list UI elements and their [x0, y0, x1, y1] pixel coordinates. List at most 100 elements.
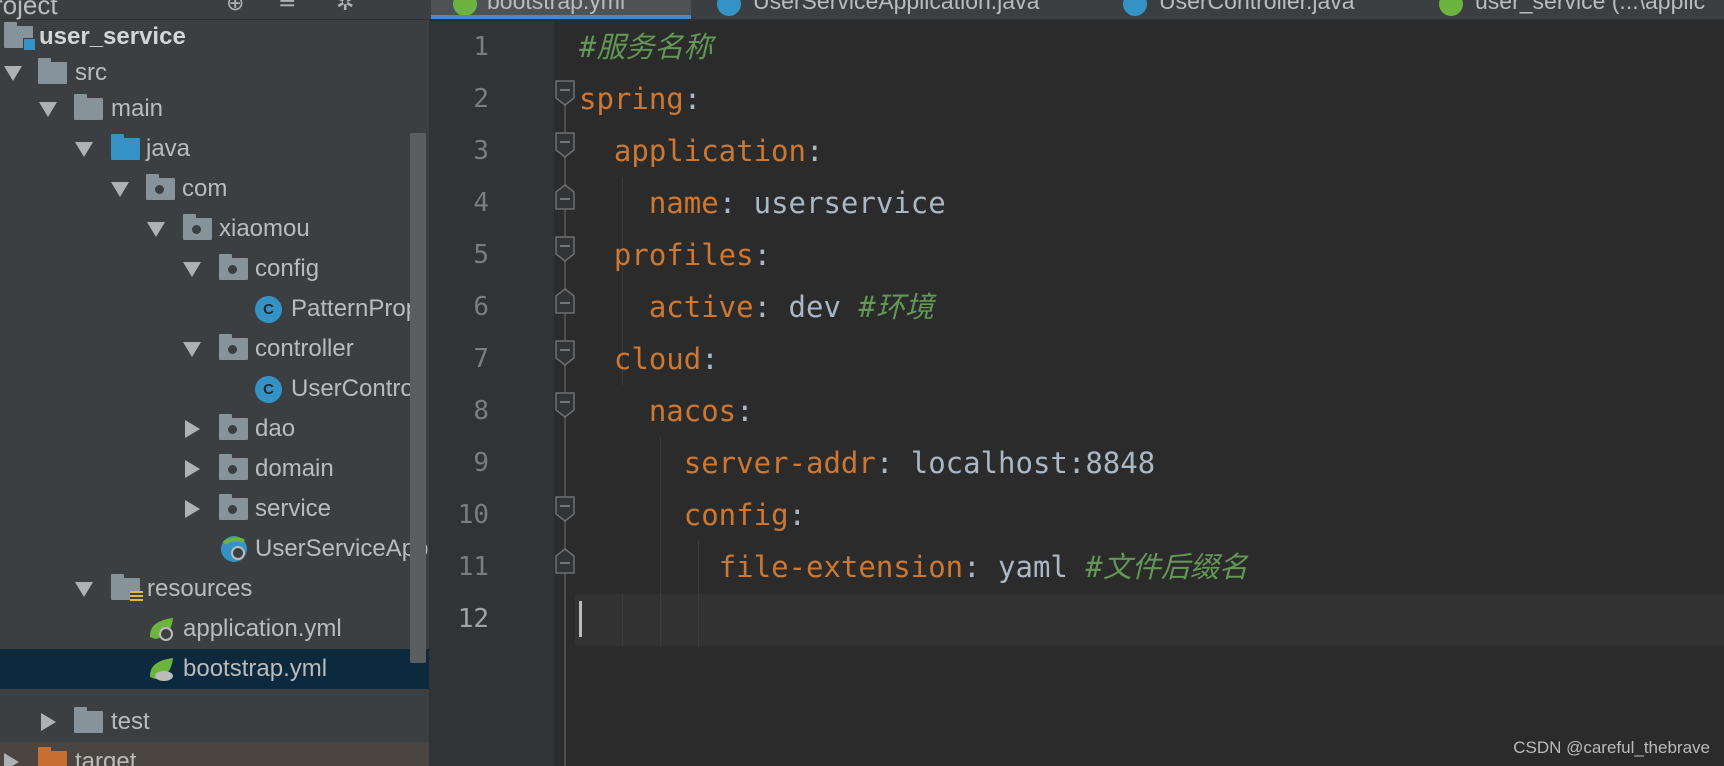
tree-item-resources[interactable]: resources	[0, 569, 429, 609]
yaml-comment: #服务名称	[579, 30, 713, 64]
line-number: 2	[473, 84, 489, 114]
fold-open-icon[interactable]	[555, 496, 575, 522]
fold-open-icon[interactable]	[555, 236, 575, 262]
tab-user-service-applic[interactable]: user_service (...\applic	[1429, 0, 1724, 19]
tree-item-controller[interactable]: controller	[0, 329, 429, 369]
tree-item-user-service[interactable]: user_service	[0, 17, 429, 57]
tree-item-application-yml[interactable]: application.yml	[0, 609, 429, 649]
line-number: 7	[473, 344, 489, 374]
fold-close-icon[interactable]	[555, 184, 575, 210]
code-line-3: application:	[579, 125, 824, 177]
fold-open-icon[interactable]	[555, 340, 575, 366]
yaml-key: application	[613, 134, 806, 168]
tree-item-label: dao	[255, 415, 296, 442]
yaml-comment: #文件后缀名	[1085, 550, 1248, 584]
source-folder-icon	[111, 134, 140, 160]
tree-item-label: config	[255, 255, 320, 282]
spring-yml-icon	[149, 618, 173, 641]
yaml-key: file-extension	[718, 550, 964, 584]
collapse-all-icon[interactable]: ≚	[278, 0, 296, 16]
line-number: 1	[473, 32, 489, 62]
editor-horizontal-scrollbar[interactable]	[575, 758, 1724, 766]
code-line-11: file-extension: yaml #文件后缀名	[579, 541, 1248, 593]
line-number: 11	[457, 552, 489, 582]
tab-usercontroller-java[interactable]: UserController.java	[1119, 0, 1419, 19]
fold-open-icon[interactable]	[555, 132, 575, 158]
tree-item-patternprop[interactable]: C PatternProp	[0, 289, 429, 329]
tree-item-domain[interactable]: domain	[0, 449, 429, 489]
tree-item-label: resources	[147, 575, 253, 602]
yaml-colon: :	[736, 394, 754, 428]
gear-icon[interactable]: ✲	[336, 0, 354, 16]
tab-userserviceapplication-java[interactable]: UserServiceApplication.java	[709, 0, 1109, 19]
chevron-down-icon[interactable]	[39, 102, 57, 117]
tree-item-bootstrap-yml[interactable]: bootstrap.yml	[0, 649, 429, 689]
tree-item-com[interactable]: com	[0, 169, 429, 209]
tree-item-userserviceapp[interactable]: UserServiceApp	[0, 529, 429, 569]
line-number-gutter: 1 2 3 4 5 6 7 8 9 10 11 12	[429, 21, 554, 766]
tree-item-label: UserControl	[291, 375, 420, 402]
line-number-current: 12	[457, 604, 489, 634]
chevron-down-icon[interactable]	[183, 342, 201, 357]
line-number: 6	[473, 292, 489, 322]
tree-item-config[interactable]: config	[0, 249, 429, 289]
package-icon	[146, 174, 175, 200]
tree-item-label: java	[146, 135, 191, 162]
tree-item-service[interactable]: service	[0, 489, 429, 529]
tree-item-target[interactable]: target	[0, 742, 429, 766]
tree-item-usercontrol[interactable]: C UserControl	[0, 369, 429, 409]
yaml-colon: :	[875, 446, 911, 480]
java-class-icon: C	[255, 376, 282, 403]
tree-item-src[interactable]: src	[0, 53, 429, 93]
package-icon	[219, 494, 248, 520]
chevron-down-icon[interactable]	[147, 222, 165, 237]
project-panel: roject ⊕ ≚ ✲ user_service src main java …	[0, 0, 429, 766]
code-line-2: spring:	[579, 73, 701, 125]
line-number: 10	[457, 500, 489, 530]
locate-icon[interactable]: ⊕	[226, 0, 244, 16]
line-number: 5	[473, 240, 489, 270]
tree-item-label: src	[75, 59, 107, 86]
chevron-down-icon[interactable]	[75, 142, 93, 157]
chevron-right-icon[interactable]	[4, 753, 19, 766]
chevron-right-icon[interactable]	[185, 460, 200, 478]
fold-close-icon[interactable]	[555, 288, 575, 314]
chevron-down-icon[interactable]	[4, 66, 22, 81]
tree-item-main[interactable]: main	[0, 89, 429, 129]
spring-boot-class-icon	[717, 0, 741, 16]
tree-item-label: main	[111, 95, 164, 122]
yaml-value: localhost:8848	[910, 446, 1156, 480]
yaml-key: spring	[579, 82, 684, 116]
tree-item-xiaomou[interactable]: xiaomou	[0, 209, 429, 249]
tree-item-java[interactable]: java	[0, 129, 429, 169]
project-panel-scrollbar[interactable]	[410, 133, 426, 663]
code-line-4: name: userservice	[579, 177, 946, 229]
tree-item-label: target	[75, 748, 137, 766]
tree-item-label: com	[182, 175, 228, 202]
yaml-colon: :	[788, 498, 806, 532]
tree-item-test[interactable]: test	[0, 702, 429, 742]
yaml-colon: :	[718, 186, 754, 220]
code-editor[interactable]: 1 2 3 4 5 6 7 8 9 10 11 12 #服务名称 spring:…	[429, 21, 1724, 766]
tree-item-label: UserServiceApp	[255, 535, 429, 562]
chevron-right-icon[interactable]	[185, 420, 200, 438]
yaml-value: userservice	[753, 186, 946, 220]
tab-label: UserServiceApplication.java	[753, 0, 1040, 14]
chevron-down-icon[interactable]	[183, 262, 201, 277]
tree-item-label: user_service	[39, 23, 186, 50]
module-folder-icon	[4, 22, 36, 51]
chevron-right-icon[interactable]	[185, 500, 200, 518]
chevron-right-icon[interactable]	[41, 713, 56, 731]
chevron-down-icon[interactable]	[111, 182, 129, 197]
yaml-colon: :	[963, 550, 999, 584]
tab-bootstrap-yml[interactable]: bootstrap.yml	[431, 0, 691, 19]
fold-close-icon[interactable]	[555, 548, 575, 574]
fold-open-icon[interactable]	[555, 80, 575, 106]
chevron-down-icon[interactable]	[75, 582, 93, 597]
yaml-comment: #环境	[858, 290, 934, 324]
tree-item-dao[interactable]: dao	[0, 409, 429, 449]
code-line-9: server-addr: localhost:8848	[579, 437, 1155, 489]
fold-open-icon[interactable]	[555, 392, 575, 418]
code-line-8: nacos:	[579, 385, 754, 437]
tree-item-label: controller	[255, 335, 354, 362]
